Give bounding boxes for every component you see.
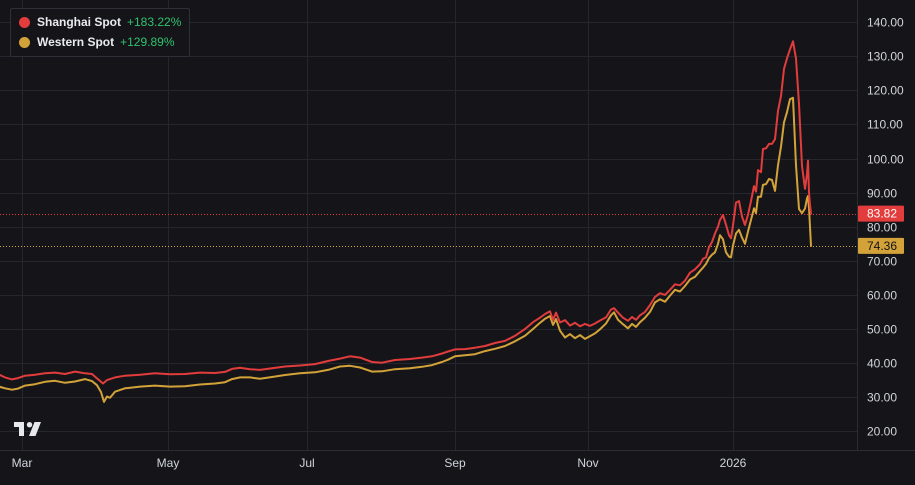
logo-icon [14,422,41,436]
x-tick-label: Jul [299,456,314,470]
y-tick-label: 40.00 [867,357,897,371]
y-tick-label: 110.00 [867,118,903,132]
x-tick-label: Sep [444,456,466,470]
price-label: 74.36 [867,239,897,253]
x-tick-label: 2026 [720,456,747,470]
y-tick-label: 30.00 [867,391,897,405]
legend-item-western[interactable]: Western Spot +129.89% [11,32,189,52]
tradingview-logo[interactable] [14,422,46,438]
price-label: 83.82 [867,207,897,221]
legend-item-shanghai[interactable]: Shanghai Spot +183.22% [11,12,189,32]
y-tick-label: 20.00 [867,425,897,439]
y-tick-label: 140.00 [867,16,904,30]
legend-series-name: Western Spot [37,35,115,49]
series-line-western[interactable] [0,96,812,403]
x-tick-label: Nov [577,456,598,470]
y-tick-label: 100.00 [867,153,904,167]
y-tick-label: 50.00 [867,323,897,337]
y-tick-label: 120.00 [867,84,904,98]
legend-series-change: +129.89% [120,35,175,49]
series-color-dot [19,36,30,48]
x-tick-label: Mar [12,456,33,470]
legend-series-name: Shanghai Spot [37,15,121,29]
y-tick-label: 90.00 [867,187,897,201]
y-tick-label: 60.00 [867,289,897,303]
y-tick-label: 130.00 [867,50,904,64]
chart-legend: Shanghai Spot +183.22% Western Spot +129… [10,8,190,57]
x-tick-label: May [157,456,180,470]
chart-canvas[interactable]: 140.00 130.00 120.00 110.00 100.00 90.00 80.00… [0,0,915,480]
series-color-dot [19,16,30,28]
price-chart[interactable]: 140.00 130.00 120.00 110.00 100.00 90.00 80.00… [0,0,915,480]
y-tick-label: 80.00 [867,221,897,235]
series-line-shanghai[interactable] [0,40,812,385]
legend-series-change: +183.22% [127,15,182,29]
y-tick-label: 70.00 [867,255,897,269]
